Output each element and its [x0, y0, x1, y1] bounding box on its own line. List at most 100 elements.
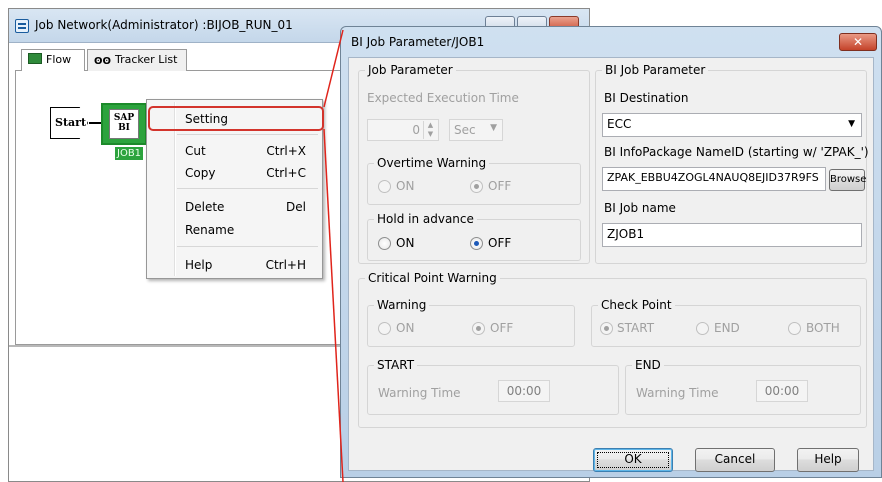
time-unit-select[interactable]: Sec ▼: [449, 119, 503, 141]
menu-separator: [177, 134, 318, 135]
infopackage-label: BI InfoPackage NameID (starting w/ 'ZPAK…: [604, 145, 869, 159]
tab-tracker-list[interactable]: ʘʘ Tracker List: [87, 49, 187, 71]
menu-item-delete[interactable]: Delete Del: [149, 196, 320, 218]
hold-on-radio[interactable]: [378, 237, 391, 250]
setting-highlight-callout: [148, 106, 324, 131]
expected-execution-time-value: 0: [412, 123, 420, 137]
app-icon: [15, 19, 29, 33]
browse-label: Browse: [830, 174, 867, 185]
sap-bi-job-node[interactable]: SAP BI: [101, 103, 147, 145]
overtime-warning-group: Overtime Warning ON OFF: [367, 156, 581, 205]
menu-separator: [177, 188, 318, 189]
sap-icon-line2: BI: [118, 123, 130, 133]
menu-item-label: Help: [185, 258, 213, 272]
menu-item-cut[interactable]: Cut Ctrl+X: [149, 140, 320, 162]
time-unit-value: Sec: [454, 123, 476, 137]
overtime-warning-title: Overtime Warning: [374, 156, 490, 170]
check-point-end-radio[interactable]: [696, 322, 709, 335]
menu-item-rename[interactable]: Rename: [149, 219, 320, 241]
job-node-label: JOB1: [115, 147, 144, 160]
hold-in-advance-title: Hold in advance: [374, 212, 477, 226]
end-warning-time-label: Warning Time: [636, 386, 719, 400]
tab-flow[interactable]: Flow: [21, 49, 85, 71]
binoculars-icon: ʘʘ: [94, 56, 112, 67]
hold-in-advance-group: Hold in advance ON OFF: [367, 212, 581, 261]
cp-end-group: END Warning Time 00:00: [625, 358, 861, 415]
bi-job-name-input[interactable]: ZJOB1: [602, 223, 862, 247]
expected-execution-time-input[interactable]: 0 ▲ ▼: [367, 119, 439, 141]
menu-item-shortcut: Del: [286, 200, 306, 214]
hold-off-radio[interactable]: [470, 237, 483, 250]
hold-off-label: OFF: [488, 236, 512, 250]
menu-item-shortcut: Ctrl+X: [266, 144, 306, 158]
menu-item-copy[interactable]: Copy Ctrl+C: [149, 162, 320, 184]
start-warning-time-value: 00:00: [506, 384, 542, 398]
start-label: Start: [55, 116, 87, 129]
tab-tracker-list-label: Tracker List: [115, 53, 178, 66]
overtime-on-radio[interactable]: [378, 180, 391, 193]
help-button[interactable]: Help: [797, 448, 859, 472]
bi-job-parameter-group: BI Job Parameter BI Destination ECC ▼ BI…: [595, 63, 869, 264]
cp-warning-on-label: ON: [396, 321, 415, 335]
overtime-on-label: ON: [396, 179, 415, 193]
cp-end-title: END: [632, 358, 664, 372]
menu-item-label: Copy: [185, 166, 216, 180]
focus-ring: [597, 452, 669, 468]
end-warning-time-input[interactable]: 00:00: [756, 380, 808, 402]
dialog-title: BI Job Parameter/JOB1: [351, 35, 485, 49]
critical-point-warning-group: Critical Point Warning Warning ON OFF Ch…: [358, 271, 867, 428]
overtime-off-radio[interactable]: [470, 180, 483, 193]
start-warning-time-label: Warning Time: [378, 386, 461, 400]
sap-icon-line1: SAP: [113, 113, 135, 123]
cp-start-title: START: [374, 358, 418, 372]
overtime-off-label: OFF: [488, 179, 512, 193]
critical-point-warning-title: Critical Point Warning: [365, 271, 500, 285]
bi-destination-select[interactable]: ECC ▼: [602, 113, 862, 137]
chevron-down-icon: ▼: [848, 119, 855, 129]
cp-warning-group: Warning ON OFF: [367, 298, 575, 347]
check-point-both-radio[interactable]: [788, 322, 801, 335]
check-point-group: Check Point START END BOTH: [591, 298, 861, 347]
dialog-body: Job Parameter Expected Execution Time 0 …: [348, 57, 874, 472]
check-point-both-label: BOTH: [806, 321, 840, 335]
close-icon: ✕: [852, 35, 864, 49]
cp-warning-on-radio[interactable]: [378, 322, 391, 335]
menu-separator: [177, 246, 318, 247]
expected-execution-time-label: Expected Execution Time: [367, 91, 519, 105]
bi-job-name-value: ZJOB1: [607, 227, 645, 241]
menu-item-label: Delete: [185, 200, 225, 214]
end-warning-time-value: 00:00: [764, 384, 800, 398]
cp-start-group: START Warning Time 00:00: [367, 358, 619, 415]
job-parameter-group: Job Parameter Expected Execution Time 0 …: [358, 63, 590, 264]
bi-job-parameter-title: BI Job Parameter: [602, 63, 709, 77]
hold-on-label: ON: [396, 236, 415, 250]
bi-destination-value: ECC: [607, 117, 632, 131]
cp-warning-off-label: OFF: [490, 321, 514, 335]
dialog-close-button[interactable]: ✕: [839, 33, 877, 51]
chevron-down-icon: ▼: [490, 123, 497, 133]
help-label: Help: [814, 452, 842, 466]
flow-icon: [28, 53, 42, 64]
infopackage-value: ZPAK_EBBU4ZOGL4NAUQ8EJID37R9FS: [607, 171, 819, 184]
bi-job-parameter-dialog: BI Job Parameter/JOB1 ✕ Job Parameter Ex…: [340, 26, 882, 478]
cp-warning-off-radio[interactable]: [472, 322, 485, 335]
menu-item-label: Cut: [185, 144, 206, 158]
spin-buttons[interactable]: ▲ ▼: [423, 121, 437, 139]
start-warning-time-input[interactable]: 00:00: [498, 380, 550, 402]
bi-destination-label: BI Destination: [604, 91, 689, 105]
infopackage-input[interactable]: ZPAK_EBBU4ZOGL4NAUQ8EJID37R9FS: [602, 167, 826, 191]
browse-button[interactable]: Browse: [829, 169, 867, 191]
job-parameter-title: Job Parameter: [365, 63, 456, 77]
sap-bi-icon: SAP BI: [109, 109, 139, 139]
cancel-button[interactable]: Cancel: [695, 448, 775, 472]
cancel-label: Cancel: [714, 452, 756, 466]
menu-item-help[interactable]: Help Ctrl+H: [149, 254, 320, 276]
check-point-start-radio[interactable]: [600, 322, 613, 335]
cp-warning-title: Warning: [374, 298, 430, 312]
ok-button[interactable]: OK: [593, 448, 673, 472]
window-title: Job Network(Administrator) :BIJOB_RUN_01: [35, 18, 293, 32]
menu-item-label: Rename: [185, 223, 235, 237]
menu-item-shortcut: Ctrl+H: [265, 258, 306, 272]
check-point-end-label: END: [714, 321, 740, 335]
bi-job-name-label: BI Job name: [604, 201, 676, 215]
